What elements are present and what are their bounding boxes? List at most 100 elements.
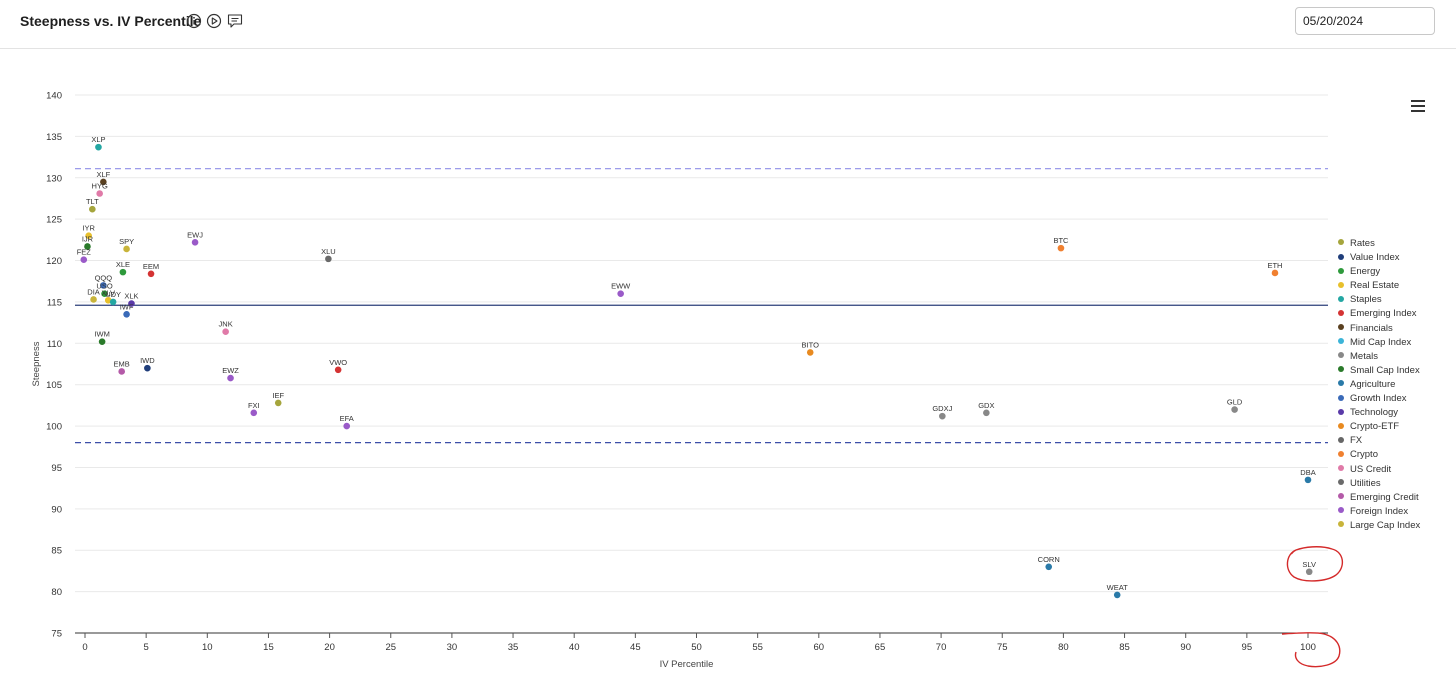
legend-item[interactable]: US Credit bbox=[1338, 463, 1420, 477]
legend-label: Energy bbox=[1350, 266, 1381, 278]
data-label-ijr: IJR bbox=[82, 234, 94, 243]
legend-item[interactable]: Foreign Index bbox=[1338, 505, 1420, 519]
data-point-eth bbox=[1271, 269, 1279, 277]
data-label-eww: EWW bbox=[611, 282, 631, 291]
data-label-eth: ETH bbox=[1267, 261, 1282, 270]
legend-dot bbox=[1338, 479, 1344, 486]
data-label-dia: DIA bbox=[87, 287, 100, 296]
data-label-iwd: IWD bbox=[140, 356, 155, 365]
legend-label: Metals bbox=[1350, 350, 1378, 362]
data-point-dia bbox=[90, 296, 97, 303]
legend-item[interactable]: Energy bbox=[1338, 265, 1420, 279]
legend-dot bbox=[1338, 352, 1344, 359]
data-point-spy bbox=[123, 245, 130, 253]
data-point-gdxj bbox=[939, 412, 946, 420]
data-point-emb bbox=[118, 368, 125, 375]
x-tick-label: 30 bbox=[447, 642, 458, 653]
legend-item[interactable]: Metals bbox=[1338, 350, 1420, 364]
y-tick-label: 80 bbox=[51, 587, 62, 598]
data-point-vwo bbox=[334, 366, 342, 374]
data-label-gdx: GDX bbox=[978, 401, 994, 410]
data-label-eem: EEM bbox=[143, 262, 159, 271]
x-tick-label: 55 bbox=[752, 642, 763, 653]
data-point-gld bbox=[1231, 406, 1238, 413]
data-label-jnk: JNK bbox=[219, 320, 233, 329]
legend-item[interactable]: FX bbox=[1338, 434, 1420, 448]
data-point-btc bbox=[1057, 244, 1065, 252]
legend-item[interactable]: Real Estate bbox=[1338, 279, 1420, 293]
legend-item[interactable]: Mid Cap Index bbox=[1338, 336, 1420, 350]
data-label-tlt: TLT bbox=[86, 197, 99, 206]
data-point-xlp bbox=[95, 143, 102, 151]
data-label-efa: EFA bbox=[340, 414, 354, 423]
y-tick-label: 120 bbox=[46, 256, 62, 267]
x-tick-label: 95 bbox=[1242, 642, 1253, 653]
x-tick-label: 65 bbox=[875, 642, 886, 653]
data-point-udy bbox=[109, 298, 117, 306]
data-label-fxi: FXI bbox=[248, 401, 260, 410]
data-label-emb: EMB bbox=[114, 359, 130, 368]
data-label-fez: FEZ bbox=[77, 248, 92, 257]
legend-item[interactable]: Crypto bbox=[1338, 448, 1420, 462]
legend-label: FX bbox=[1350, 435, 1363, 447]
legend-item[interactable]: Large Cap Index bbox=[1338, 519, 1420, 533]
data-label-spy: SPY bbox=[119, 237, 134, 246]
data-label-vwo: VWO bbox=[329, 358, 347, 367]
data-label-udy: UDY bbox=[105, 290, 121, 299]
legend-item[interactable]: Financials bbox=[1338, 322, 1420, 336]
legend-item[interactable]: Emerging Credit bbox=[1338, 491, 1420, 505]
y-tick-label: 105 bbox=[46, 380, 62, 391]
legend-dot bbox=[1338, 253, 1344, 260]
y-tick-label: 85 bbox=[51, 546, 62, 557]
y-tick-label: 115 bbox=[47, 297, 62, 308]
legend-dot bbox=[1338, 267, 1344, 274]
legend-item[interactable]: Technology bbox=[1338, 406, 1420, 420]
x-tick-label: 75 bbox=[997, 642, 1008, 653]
legend-item[interactable]: Value Index bbox=[1338, 251, 1420, 265]
data-point-iwd bbox=[144, 364, 151, 372]
x-tick-label: 15 bbox=[263, 642, 274, 653]
data-label-ewj: EWJ bbox=[187, 230, 203, 239]
red-circle-annotation-100 bbox=[1281, 632, 1341, 668]
data-point-iwm bbox=[98, 338, 106, 345]
data-label-iwf: IWF bbox=[120, 302, 134, 311]
legend-label: Staples bbox=[1350, 294, 1382, 306]
legend-label: Mid Cap Index bbox=[1350, 336, 1412, 348]
x-tick-label: 70 bbox=[936, 642, 947, 653]
data-label-hyg: HYG bbox=[92, 181, 108, 190]
x-tick-label: 50 bbox=[691, 642, 702, 653]
data-label-xle: XLE bbox=[116, 260, 130, 269]
x-tick-label: 5 bbox=[144, 642, 149, 653]
legend-item[interactable]: Growth Index bbox=[1338, 392, 1420, 406]
legend-dot bbox=[1338, 239, 1344, 246]
data-point-jnk bbox=[222, 328, 229, 336]
y-axis-title: Steepness bbox=[31, 341, 42, 386]
legend-item[interactable]: Crypto-ETF bbox=[1338, 420, 1420, 434]
red-circle-annotation-slv bbox=[1286, 546, 1343, 582]
legend-dot bbox=[1338, 507, 1344, 514]
legend-label: Rates bbox=[1350, 238, 1375, 249]
data-point-bito bbox=[806, 349, 814, 356]
legend-item[interactable]: Emerging Index bbox=[1338, 307, 1420, 321]
y-tick-label: 110 bbox=[47, 339, 62, 350]
x-axis-title: IV Percentile bbox=[660, 659, 714, 670]
legend-dot bbox=[1338, 450, 1344, 457]
data-point-weat bbox=[1113, 591, 1121, 599]
x-tick-label: 85 bbox=[1119, 642, 1130, 653]
x-tick-label: 20 bbox=[324, 642, 335, 653]
data-point-corn bbox=[1045, 563, 1053, 571]
legend-label: Utilities bbox=[1350, 477, 1381, 489]
legend-item[interactable]: Utilities bbox=[1338, 477, 1420, 491]
legend-dot bbox=[1338, 324, 1344, 331]
legend-item[interactable]: Small Cap Index bbox=[1338, 364, 1420, 378]
legend-item[interactable]: Staples bbox=[1338, 293, 1420, 307]
data-label-gld: GLD bbox=[1227, 398, 1243, 407]
data-point-eww bbox=[617, 290, 624, 297]
legend-item[interactable]: Agriculture bbox=[1338, 378, 1420, 392]
data-point-ief bbox=[274, 399, 282, 407]
legend-label: Large Cap Index bbox=[1350, 519, 1421, 531]
data-point-hyg bbox=[96, 190, 103, 197]
legend-item[interactable]: Rates bbox=[1338, 237, 1420, 251]
data-point-gdx bbox=[983, 409, 990, 417]
x-tick-label: 10 bbox=[202, 642, 213, 653]
